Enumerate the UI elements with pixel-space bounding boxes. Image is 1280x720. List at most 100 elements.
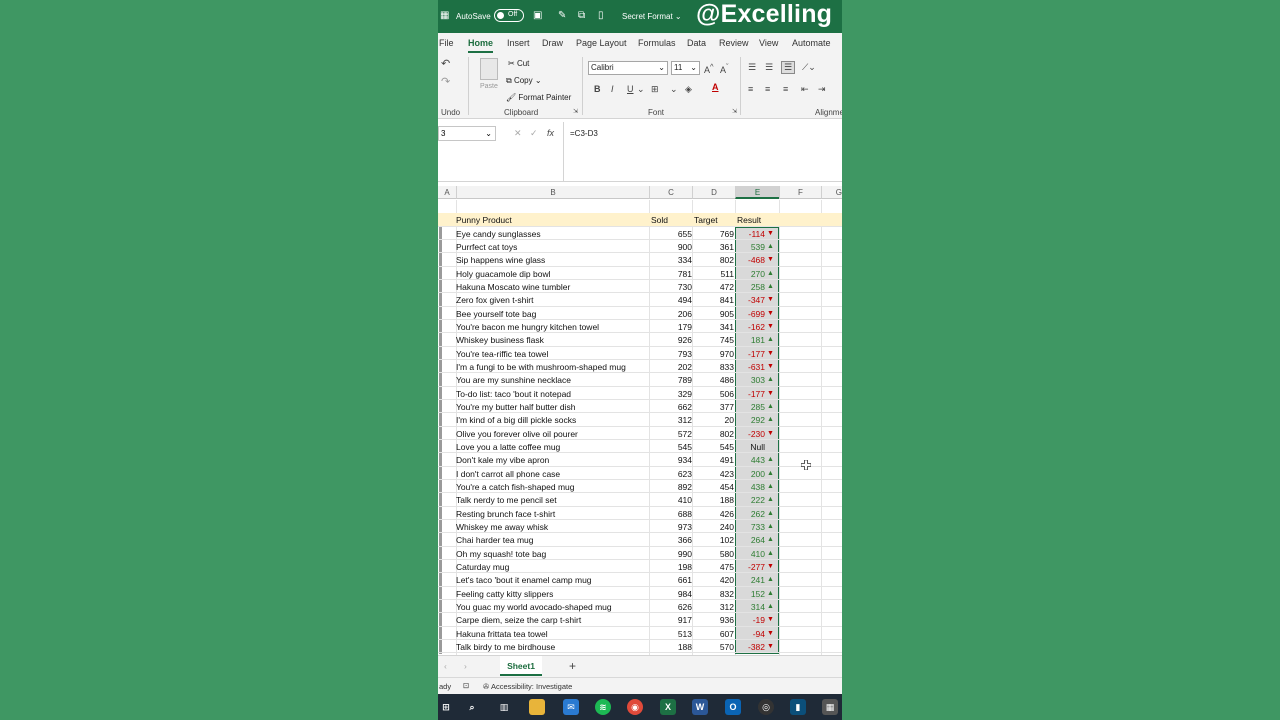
cell-result[interactable]: Null (735, 441, 765, 453)
cell-product[interactable]: You're my butter half butter dish (456, 401, 575, 413)
cell-product[interactable]: Hakuna Moscato wine tumbler (456, 281, 570, 293)
cell-result[interactable]: 314 (735, 601, 765, 613)
macro-icon[interactable]: ⊡ (463, 681, 469, 690)
cell-sold[interactable]: 990 (649, 548, 692, 560)
calculator-icon[interactable]: ▦ (822, 699, 838, 715)
cell-result[interactable]: 200 (735, 468, 765, 480)
cell-target[interactable]: 341 (692, 321, 734, 333)
tab-automate[interactable]: Automate (792, 38, 831, 48)
cell-sold[interactable]: 623 (649, 468, 692, 480)
tab-page-layout[interactable]: Page Layout (576, 38, 627, 48)
cell-sold[interactable]: 198 (649, 561, 692, 573)
cell-result[interactable]: 733 (735, 521, 765, 533)
cell-result[interactable]: -114 (735, 228, 765, 240)
obs-icon[interactable]: ◎ (758, 699, 774, 715)
column-header-c[interactable]: C (649, 186, 692, 199)
cell-target[interactable]: 361 (692, 241, 734, 253)
cell-sold[interactable]: 900 (649, 241, 692, 253)
align-right-icon[interactable]: ≡ (783, 84, 788, 94)
cell-result[interactable]: 285 (735, 401, 765, 413)
cell-target[interactable]: 833 (692, 361, 734, 373)
cell-target[interactable]: 802 (692, 428, 734, 440)
app-icon[interactable]: ▮ (790, 699, 806, 715)
cell-result[interactable]: 438 (735, 481, 765, 493)
cell-result[interactable]: -230 (735, 428, 765, 440)
outlook-taskbar-icon[interactable]: O (725, 699, 741, 715)
cell-product[interactable]: Love you a latte coffee mug (456, 441, 560, 453)
cell-product[interactable]: Holy guacamole dip bowl (456, 268, 551, 280)
column-header-f[interactable]: F (779, 186, 821, 199)
cell-result[interactable]: -177 (735, 348, 765, 360)
start-icon[interactable]: ⊞ (438, 699, 454, 715)
cell-target[interactable]: 607 (692, 628, 734, 640)
cell-target[interactable]: 936 (692, 614, 734, 626)
column-header-g[interactable]: G (821, 186, 842, 199)
document-icon[interactable]: ▯ (598, 10, 604, 21)
cell-target[interactable]: 545 (692, 441, 734, 453)
cell-result[interactable]: 262 (735, 508, 765, 520)
cell-sold[interactable]: 329 (649, 388, 692, 400)
cell-result[interactable]: 152 (735, 588, 765, 600)
word-taskbar-icon[interactable]: W (692, 699, 708, 715)
cell-target[interactable]: 970 (692, 348, 734, 360)
font-name-select[interactable]: Calibri ⌄ (588, 61, 668, 75)
spotify-icon[interactable]: ≋ (595, 699, 611, 715)
tab-file[interactable]: File (439, 38, 454, 48)
tab-view[interactable]: View (759, 38, 778, 48)
cell-target[interactable]: 580 (692, 548, 734, 560)
borders-icon[interactable]: ⊞ (651, 84, 659, 95)
cell-product[interactable]: Olive you forever olive oil pourer (456, 428, 578, 440)
tab-insert[interactable]: Insert (507, 38, 530, 48)
sheet-tab-sheet1[interactable]: Sheet1 (500, 656, 542, 676)
file-name[interactable]: Secret Format ⌄ (622, 12, 682, 21)
underline-icon[interactable]: U (627, 84, 634, 94)
edit-icon[interactable]: ✎ (558, 10, 566, 21)
cell-target[interactable]: 102 (692, 534, 734, 546)
cell-target[interactable]: 506 (692, 388, 734, 400)
dialog-launcher-icon[interactable]: ⇲ (573, 108, 578, 115)
cell-product[interactable]: Eye candy sunglasses (456, 228, 541, 240)
align-left-icon[interactable]: ≡ (748, 84, 753, 94)
align-top-icon[interactable]: ☰ (748, 62, 756, 73)
cell-sold[interactable]: 179 (649, 321, 692, 333)
cell-product[interactable]: Chai harder tea mug (456, 534, 534, 546)
header-result[interactable]: Result (737, 214, 767, 226)
cell-result[interactable]: 181 (735, 334, 765, 346)
cell-target[interactable]: 20 (692, 414, 734, 426)
font-color-icon[interactable]: A (712, 82, 719, 92)
cell-sold[interactable]: 206 (649, 308, 692, 320)
cell-product[interactable]: Don't kale my vibe apron (456, 454, 549, 466)
cell-sold[interactable]: 626 (649, 601, 692, 613)
cell-sold[interactable]: 661 (649, 574, 692, 586)
cell-result[interactable]: 443 (735, 454, 765, 466)
prev-sheet-icon[interactable]: ‹ (444, 661, 447, 671)
cell-result[interactable]: 410 (735, 548, 765, 560)
cell-sold[interactable]: 781 (649, 268, 692, 280)
formula-input[interactable]: =C3-D3 (570, 129, 598, 138)
cell-result[interactable]: -699 (735, 308, 765, 320)
file-explorer-icon[interactable] (529, 699, 545, 715)
cell-sold[interactable]: 410 (649, 494, 692, 506)
cell-result[interactable]: 539 (735, 241, 765, 253)
cell-sold[interactable]: 917 (649, 614, 692, 626)
cell-sold[interactable]: 572 (649, 428, 692, 440)
cell-target[interactable]: 312 (692, 601, 734, 613)
autosave-toggle[interactable]: Off (494, 9, 524, 22)
cell-product[interactable]: You're tea-riffic tea towel (456, 348, 548, 360)
cell-product[interactable]: I don't carrot all phone case (456, 468, 560, 480)
header-product[interactable]: Punny Product (456, 214, 512, 226)
cell-product[interactable]: I'm a fungi to be with mushroom-shaped m… (456, 361, 626, 373)
column-header-e[interactable]: E (735, 186, 779, 199)
worksheet-grid[interactable]: Punny Product Sold Target Result Eye can… (438, 200, 842, 655)
align-center-icon[interactable]: ≡ (765, 84, 770, 94)
cell-product[interactable]: You are my sunshine necklace (456, 374, 571, 386)
cell-target[interactable]: 188 (692, 494, 734, 506)
tab-formulas[interactable]: Formulas (638, 38, 676, 48)
cell-target[interactable]: 475 (692, 561, 734, 573)
cell-sold[interactable]: 730 (649, 281, 692, 293)
cell-target[interactable]: 472 (692, 281, 734, 293)
cell-target[interactable]: 802 (692, 254, 734, 266)
cell-product[interactable]: Zero fox given t-shirt (456, 294, 533, 306)
cell-sold[interactable]: 202 (649, 361, 692, 373)
chrome-icon[interactable]: ◉ (627, 699, 643, 715)
